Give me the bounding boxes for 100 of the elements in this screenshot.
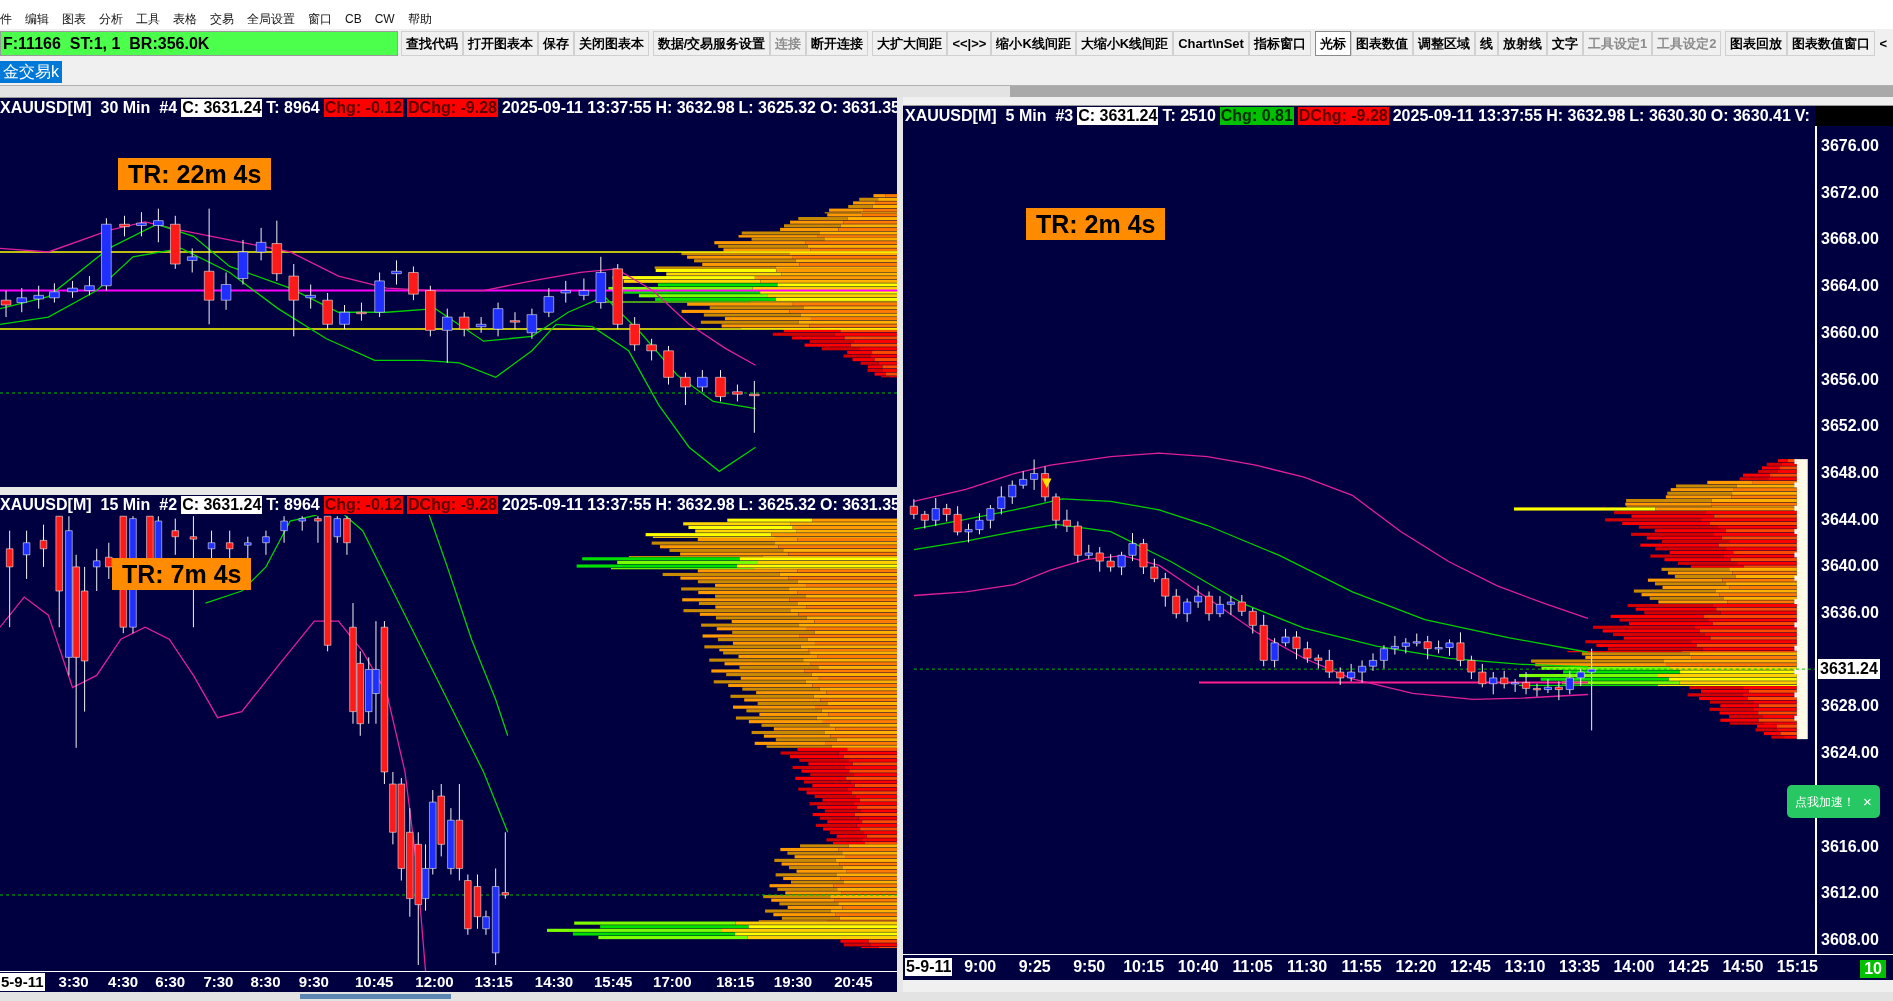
toolbar-button[interactable]: 文字 [1546,31,1583,56]
toolbar-button[interactable]: 大扩大间距 [872,31,948,56]
high-price: H: 3632.98 [655,495,735,515]
menu-item[interactable]: 分析 [99,9,123,29]
time-label: 15:45 [593,973,633,991]
menu-item[interactable]: 帮助 [407,9,432,29]
toolbar-button[interactable]: 断开连接 [806,31,869,56]
toolbar-button[interactable]: 线 [1474,31,1498,56]
toolbar-button[interactable]: 缩小K线间距 [991,31,1076,56]
time-label: 8:30 [250,973,281,991]
toolbar-button[interactable]: 指标窗口 [1248,31,1311,56]
time-label: 3:30 [58,973,89,991]
menu-item[interactable]: 编辑 [25,9,49,29]
time-label: 7:30 [203,973,234,991]
menu-item[interactable]: 窗口 [308,9,332,29]
price-axis-label: 3668.00 [1821,230,1879,249]
interval-label: 15 Min [100,495,151,515]
time-label: 12:45 [1450,958,1491,976]
scrollbar-thumb[interactable] [300,994,451,999]
trade-count: T: 2510 [1162,106,1216,126]
toolbar-button[interactable]: 大缩小K线间距 [1075,31,1174,56]
scrollbar-thumb[interactable] [1010,86,1893,97]
high-price: H: 3632.98 [655,97,735,118]
status-display: F:11166 ST:1, 1 BR:356.0K [0,31,398,56]
low-price: L: 3630.30 [1629,106,1707,126]
symbol-label: XAUUSD[M] [0,495,92,515]
price-axis-label: 3616.00 [1821,837,1879,856]
toolbar-button[interactable]: 放射线 [1497,31,1547,56]
time-label: 14:00 [1613,958,1655,976]
daily-change-value: DChg: -9.28 [1297,107,1389,125]
menu-item[interactable]: 交易 [210,9,234,29]
timestamp: 2025-09-11 13:37:55 [501,97,652,118]
menu-item[interactable]: 工具 [136,9,160,29]
time-label: 18:15 [715,973,755,991]
toolbar-button[interactable]: 查找代码 [400,31,463,56]
toolbar-button[interactable]: 图表回放 [1725,31,1788,56]
toolbar-button[interactable]: Chart\nSet [1173,31,1249,56]
time-label: 11:55 [1341,958,1382,976]
timer-label: TR: 22m 4s [118,158,272,190]
price-axis-label: 3612.00 [1821,884,1879,903]
time-label: 20:45 [834,973,873,991]
current-price-label: 3631.24 [1818,659,1880,679]
time-label: 12:20 [1395,958,1437,976]
toolbar-button[interactable]: 图表数值 [1350,31,1413,56]
time-label: 14:30 [534,973,574,991]
menu-item[interactable]: CW [374,9,395,29]
price-axis-label: 3608.00 [1821,930,1879,949]
high-price: H: 3632.98 [1546,106,1626,126]
price-axis-label: 3656.00 [1821,370,1879,389]
chart-tab[interactable]: 金交易k [0,60,62,83]
price-axis-label: 3660.00 [1821,323,1879,342]
time-label: 13:35 [1559,958,1600,976]
chart-number: #4 [159,97,178,118]
change-value: Chg: -0.12 [323,98,404,117]
toolbar-button[interactable]: 图表数值窗口 [1787,31,1876,56]
change-value: Chg: -0.12 [323,496,404,514]
time-label: 6:30 [155,973,186,991]
volume-label: V: [1794,106,1810,126]
price-axis-label: 3624.00 [1821,744,1879,763]
menu-item[interactable]: CB [345,9,362,29]
close-price: C: 3631.24 [181,496,263,514]
chart-number: #2 [159,495,178,515]
time-label: 11:05 [1232,958,1273,976]
time-label: 9:30 [298,973,329,991]
toolbar-button[interactable]: 保存 [537,31,574,56]
date-label: 5-9-11 [0,973,45,991]
toolbar-button[interactable]: 打开图表本 [462,31,538,56]
interval-label: 5 Min [1005,106,1047,126]
menu-item[interactable]: 表格 [173,9,197,29]
toolbar-button[interactable]: 数据/交易服务设置 [652,31,771,56]
time-label: 14:50 [1722,958,1764,976]
price-axis-label: 3628.00 [1821,697,1879,716]
trade-count: T: 8964 [266,97,320,118]
time-label: 10:45 [354,973,394,991]
close-price: C: 3631.24 [181,98,263,117]
arrow-marker-icon [1041,478,1052,489]
time-label: 4:30 [108,973,139,991]
price-axis-label: 3644.00 [1821,510,1879,529]
price-axis-label: 3672.00 [1821,183,1879,202]
toolbar-button[interactable]: <<|>> [947,31,992,56]
time-label: 10:40 [1177,958,1219,976]
open-price: O: 3630.41 [1710,106,1791,126]
pane-splitter[interactable] [0,487,897,495]
menu-item[interactable]: 图表 [62,9,86,29]
interval-label: 30 Min [100,97,151,118]
time-label: 9:50 [1073,958,1106,976]
time-label: 17:00 [653,973,692,991]
price-axis-label: 3676.00 [1821,137,1879,155]
time-label: 13:10 [1504,958,1546,976]
timer-label: TR: 2m 4s [1026,208,1166,240]
low-price: L: 3625.32 [738,495,816,515]
menu-item[interactable]: 件 [0,9,12,29]
scroll-left-button[interactable]: < [1875,31,1891,56]
toolbar-button[interactable]: 关闭图表本 [573,31,649,56]
menu-item[interactable]: 全局设置 [247,9,295,29]
time-label: 10:15 [1123,958,1165,976]
toolbar-button[interactable]: 光标 [1314,31,1351,56]
toolbar-button[interactable]: 调整区域 [1412,31,1475,56]
chart-number: #3 [1055,106,1074,126]
time-label: 13:15 [474,973,513,991]
